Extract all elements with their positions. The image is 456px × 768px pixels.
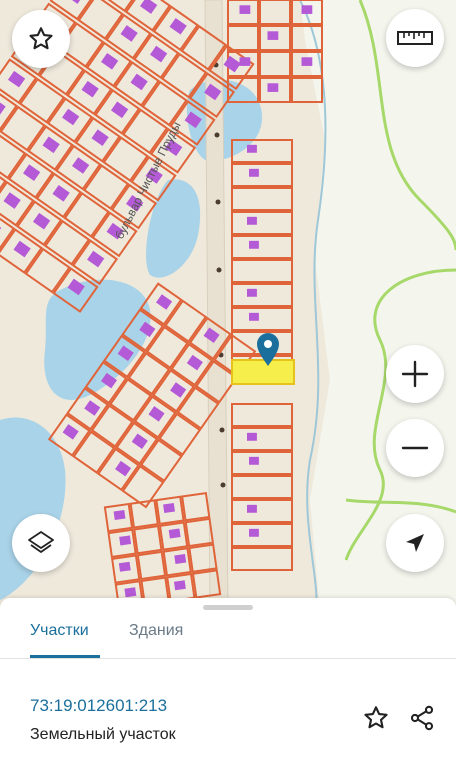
building[interactable] [249, 240, 259, 249]
building[interactable] [267, 83, 279, 92]
favorite-map-button[interactable] [12, 10, 70, 68]
cadastral-number[interactable]: 73:19:012601:213 [30, 696, 167, 716]
building[interactable] [249, 168, 259, 177]
cadastral-map[interactable]: бульвар Чистые Пруды [0, 0, 456, 610]
bottom-sheet[interactable]: Участки Здания 73:19:012601:213 Земельны… [0, 598, 456, 768]
building[interactable] [301, 57, 313, 66]
building[interactable] [239, 57, 251, 66]
selected-parcel[interactable] [231, 359, 295, 385]
building[interactable] [173, 580, 186, 591]
tab-buildings[interactable]: Здания [129, 622, 183, 640]
share-icon [410, 705, 434, 731]
building[interactable] [118, 561, 131, 572]
building[interactable] [249, 456, 259, 465]
building[interactable] [247, 432, 257, 441]
plus-icon [401, 360, 429, 388]
building[interactable] [301, 5, 313, 14]
tab-parcels[interactable]: Участки [30, 622, 89, 640]
building[interactable] [239, 5, 251, 14]
star-outline-icon [29, 27, 53, 50]
active-tab-indicator [30, 655, 100, 658]
building[interactable] [267, 31, 279, 40]
building[interactable] [249, 312, 259, 321]
zoom-out-button[interactable] [386, 419, 444, 477]
map-view[interactable]: бульвар Чистые Пруды [0, 0, 456, 610]
building[interactable] [119, 535, 132, 546]
favorite-parcel-button[interactable] [360, 702, 392, 734]
building[interactable] [247, 288, 257, 297]
sheet-drag-handle[interactable] [203, 605, 253, 610]
star-outline-icon [364, 706, 388, 729]
ruler-button[interactable] [386, 9, 444, 67]
object-type-label: Земельный участок [30, 726, 176, 743]
building[interactable] [113, 509, 126, 521]
building[interactable] [249, 528, 259, 537]
layers-button[interactable] [12, 514, 70, 572]
building[interactable] [247, 504, 257, 513]
zoom-in-button[interactable] [386, 345, 444, 403]
building[interactable] [163, 503, 175, 514]
building[interactable] [168, 528, 181, 539]
my-location-button[interactable] [386, 514, 444, 572]
share-button[interactable] [406, 702, 438, 734]
ruler-icon [397, 31, 433, 45]
building[interactable] [247, 144, 257, 153]
building[interactable] [247, 216, 257, 225]
layers-icon [28, 531, 54, 553]
tab-bar: Участки Здания [0, 614, 456, 659]
navigation-arrow-icon [406, 534, 424, 552]
minus-icon [401, 446, 429, 450]
building[interactable] [124, 587, 137, 598]
building[interactable] [174, 553, 187, 564]
